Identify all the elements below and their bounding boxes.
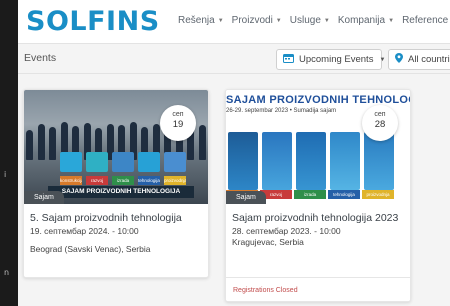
display-screen [138, 152, 160, 172]
event-image-banner: SAJAM PROIZVODNIH TEHNOLOGIJA [48, 186, 194, 198]
event-card-body: Sajam proizvodnih tehnologija 2023 28. с… [226, 204, 410, 247]
event-category-tag: Sajam [226, 191, 266, 204]
nav-label: Usluge [289, 15, 321, 26]
chevron-down-icon: ▼ [323, 17, 330, 24]
person-figure [198, 125, 206, 160]
event-card-body: 5. Sajam proizvodnih tehnologija 19. сеп… [24, 204, 208, 254]
event-location: Beograd (Savski Venac), Serbia [30, 244, 151, 254]
event-card[interactable]: konstrukcija razvoj izrada tehnologija p… [23, 89, 209, 278]
event-title[interactable]: Sajam proizvodnih tehnologija 2023 [232, 212, 404, 225]
date-badge-day: 19 [172, 119, 184, 130]
category-stripe: razvoj [86, 176, 108, 185]
event-category-tag: Sajam [24, 191, 64, 204]
nav-label: Proizvodi [231, 15, 273, 26]
map-pin-icon [395, 53, 403, 66]
calendar-icon [283, 53, 294, 66]
event-location: Kragujevac, Serbia [232, 237, 304, 247]
image-tile [262, 132, 292, 190]
chevron-down-icon: ▼ [379, 56, 386, 63]
display-screen [86, 152, 108, 172]
image-tile [296, 132, 326, 190]
page: SOLFINS Rešenja ▼ Proizvodi ▼ Usluge ▼ Komp… [18, 0, 450, 306]
image-tile [330, 132, 360, 190]
main-nav: Rešenja ▼ Proizvodi ▼ Usluge ▼ Kompanija ▼ R… [178, 15, 450, 26]
nav-item-reference[interactable]: Reference▼ [402, 15, 450, 26]
chevron-down-icon: ▼ [388, 17, 395, 24]
chevron-down-icon: ▼ [217, 17, 224, 24]
upcoming-events-dropdown[interactable]: Upcoming Events ▼ [276, 49, 386, 70]
date-badge-month: сеп [172, 111, 184, 118]
display-screen [60, 152, 82, 172]
page-title: Events [24, 52, 57, 64]
category-stripe: izrada [294, 190, 326, 199]
top-navbar: SOLFINS Rešenja ▼ Proizvodi ▼ Usluge ▼ Komp… [18, 0, 450, 44]
display-screen [112, 152, 134, 172]
sidebar-mark: i [4, 170, 7, 179]
nav-item-resenja[interactable]: Rešenja ▼ [178, 15, 224, 26]
chevron-down-icon: ▼ [275, 17, 282, 24]
upcoming-events-label: Upcoming Events [299, 54, 374, 65]
event-date: 28. септембар 2023. - 10:00 [232, 226, 341, 236]
nav-label: Reference [402, 15, 449, 26]
person-figure [37, 124, 45, 160]
category-stripe: izrada [112, 176, 134, 185]
event-image[interactable]: SAJAM PROIZVODNIH TEHNOLOGIJA 26-29. sep… [226, 90, 410, 204]
event-card-footer: Registrations Closed [226, 277, 410, 301]
event-image[interactable]: konstrukcija razvoj izrada tehnologija p… [24, 90, 208, 204]
nav-label: Rešenja [178, 15, 215, 26]
date-badge: сеп 28 [362, 105, 398, 141]
category-stripe: tehnologija [328, 190, 360, 199]
left-sidebar-strip: i n [0, 0, 18, 306]
solfins-logo[interactable]: SOLFINS [26, 6, 160, 38]
category-stripe: konstrukcija [60, 176, 82, 185]
category-stripe: tehnologija [138, 176, 160, 185]
all-countries-dropdown[interactable]: All countries [388, 49, 450, 70]
date-badge: сеп 19 [160, 105, 196, 141]
category-stripe: proizvodnja [362, 190, 394, 199]
nav-item-kompanija[interactable]: Kompanija ▼ [338, 15, 394, 26]
image-tile [228, 132, 258, 190]
event-title[interactable]: 5. Sajam proizvodnih tehnologija [30, 212, 202, 225]
nav-item-proizvodi[interactable]: Proizvodi ▼ [232, 15, 282, 26]
person-figure [26, 130, 33, 160]
nav-item-usluge[interactable]: Usluge ▼ [290, 15, 330, 26]
events-toolbar: Events Upcoming Events ▼ All countries [18, 44, 450, 74]
date-badge-month: сеп [374, 111, 386, 118]
event-card[interactable]: SAJAM PROIZVODNIH TEHNOLOGIJA 26-29. sep… [225, 89, 411, 302]
event-date: 19. септембар 2024. - 10:00 [30, 226, 139, 236]
event-image-subtitle: 26-29. septembar 2023 • Sumadija sajam [226, 108, 337, 114]
date-badge-day: 28 [374, 119, 386, 130]
registration-status: Registrations Closed [233, 287, 298, 294]
all-countries-label: All countries [408, 54, 450, 65]
nav-label: Kompanija [337, 15, 386, 26]
display-screen [164, 152, 186, 172]
person-figure [49, 127, 57, 160]
category-stripe: proizvodnja [164, 176, 186, 185]
sidebar-mark: n [4, 268, 10, 277]
